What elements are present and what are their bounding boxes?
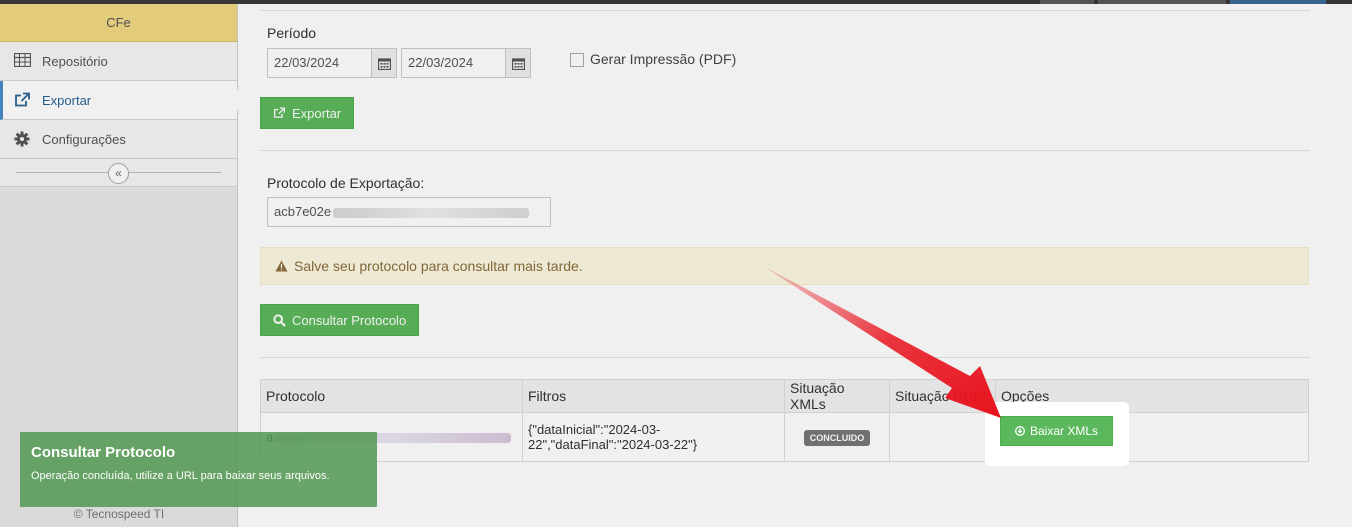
download-icon: [1015, 426, 1025, 436]
warning-alert: Salve seu protocolo para consultar mais …: [260, 247, 1309, 285]
divider: [260, 150, 1310, 151]
sidebar-collapse-row: «: [0, 159, 237, 187]
toast-message: Operação concluída, utilize a URL para b…: [31, 470, 330, 482]
external-link-icon: [273, 107, 286, 119]
table-icon: [13, 52, 32, 69]
sidebar-item-configuracoes[interactable]: Configurações: [0, 120, 237, 159]
highlight-box: Baixar XMLs: [986, 403, 1128, 465]
protocol-input[interactable]: acb7e02e: [267, 197, 551, 227]
protocol-table: Protocolo Filtros Situação XMLs Situação…: [260, 379, 1309, 462]
divider: [260, 10, 1310, 11]
date-from-group: 22/03/2024: [267, 48, 397, 78]
cell-situacao-xml: CONCLUIDO: [784, 412, 890, 462]
filtros-line: {"dataInicial":"2024-03-: [528, 422, 661, 437]
status-badge: CONCLUIDO: [803, 429, 871, 446]
download-xmls-button[interactable]: Baixar XMLs: [1000, 416, 1114, 446]
consult-protocol-button[interactable]: Consultar Protocolo: [260, 304, 420, 336]
calendar-icon[interactable]: [371, 48, 397, 78]
consult-protocol-label: Consultar Protocolo: [292, 312, 407, 328]
search-icon: [273, 313, 286, 327]
generate-pdf-label: Gerar Impressão (PDF): [590, 51, 737, 67]
cell-situacao-pdf: [889, 412, 996, 462]
col-header-situacao-xml: Situação XMLs: [784, 379, 890, 413]
export-button-label: Exportar: [292, 105, 342, 121]
protocol-label: Protocolo de Exportação:: [267, 175, 425, 191]
divider: [260, 357, 1310, 358]
sidebar-item-exportar[interactable]: Exportar: [0, 81, 238, 120]
copyright-text: © Tecnospeed TI: [73, 507, 165, 521]
notification-toast[interactable]: Consultar Protocolo Operação concluída, …: [20, 432, 377, 507]
date-to-group: 22/03/2024: [401, 48, 531, 78]
cell-filtros: {"dataInicial":"2024-03- 22","dataFinal"…: [522, 412, 785, 462]
gear-icon: [14, 131, 32, 147]
toast-title: Consultar Protocolo: [31, 444, 176, 461]
download-xmls-label: Baixar XMLs: [1030, 424, 1099, 438]
sidebar-item-label: Configurações: [42, 131, 126, 147]
protocol-value: acb7e02e: [274, 204, 332, 219]
table-header-row: Protocolo Filtros Situação XMLs Situação…: [260, 379, 1309, 413]
col-header-protocolo: Protocolo: [260, 379, 523, 413]
warning-icon: [275, 260, 288, 272]
col-header-situacao-pdf: Situação PDFs: [889, 379, 996, 413]
redacted-text: [333, 207, 530, 218]
date-from-input[interactable]: 22/03/2024: [267, 48, 371, 78]
export-button[interactable]: Exportar: [260, 97, 355, 129]
sidebar-item-repositorio[interactable]: Repositório: [0, 42, 237, 81]
date-to-input[interactable]: 22/03/2024: [401, 48, 505, 78]
sidebar-item-label: Repositório: [42, 53, 108, 69]
sidebar-item-label: Exportar: [42, 92, 92, 108]
brand-title: CFe: [0, 4, 237, 42]
calendar-icon[interactable]: [505, 48, 531, 78]
alert-text: Salve seu protocolo para consultar mais …: [294, 258, 583, 274]
external-link-icon: [14, 92, 32, 108]
main-content: Período 22/03/2024 22/03/2024 Gerar Impr…: [238, 4, 1352, 527]
filtros-line: 22","dataFinal":"2024-03-22"}: [528, 437, 698, 452]
generate-pdf-checkbox[interactable]: [570, 53, 584, 67]
collapse-sidebar-button[interactable]: «: [108, 163, 129, 184]
period-label: Período: [267, 25, 317, 41]
col-header-filtros: Filtros: [522, 379, 785, 413]
table-row: a {"dataInicial":"2024-03- 22","dataFina…: [260, 412, 1309, 462]
